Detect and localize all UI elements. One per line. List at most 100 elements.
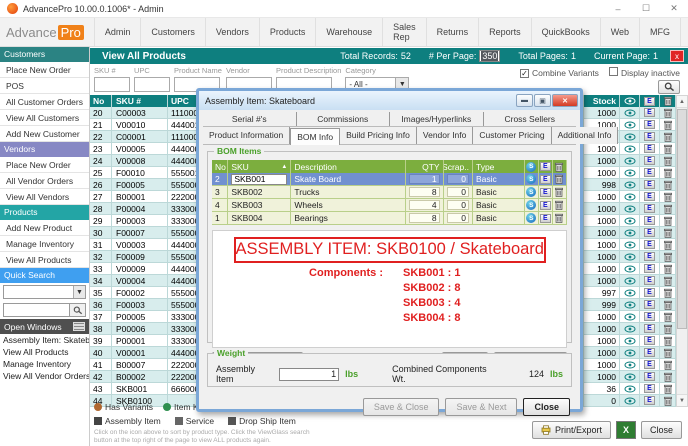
view-product-button[interactable] — [620, 287, 640, 298]
qty-input[interactable]: 4 — [409, 200, 440, 210]
tab-cross-sellers[interactable]: Cross Sellers — [484, 112, 577, 126]
delete-product-button[interactable] — [660, 323, 676, 334]
edit-product-button[interactable]: E — [640, 251, 660, 262]
tab-additional-info[interactable]: Additional Info — [552, 127, 619, 144]
bom-serial-button[interactable]: S — [525, 186, 539, 198]
window-maximize-button[interactable]: ☐ — [632, 0, 660, 17]
bom-row[interactable]: 1SKB004Bearings80BasicSE — [212, 212, 567, 225]
qty-input[interactable]: 8 — [409, 213, 440, 223]
sidebar-item-view-all-vendors[interactable]: View All Vendors — [0, 189, 89, 205]
nav-item-vendors[interactable]: Vendors — [206, 18, 260, 46]
delete-product-button[interactable] — [660, 215, 676, 226]
delete-product-button[interactable] — [660, 287, 676, 298]
edit-product-button[interactable]: E — [640, 395, 660, 406]
view-product-button[interactable] — [620, 227, 640, 238]
save-close-button[interactable]: Save & Close — [363, 398, 440, 416]
print-export-button[interactable]: Print/Export — [532, 421, 611, 439]
nav-item-reports[interactable]: Reports — [479, 18, 532, 46]
nav-item-mfg[interactable]: MFG — [640, 18, 681, 46]
view-product-button[interactable] — [620, 119, 640, 130]
view-product-button[interactable] — [620, 383, 640, 394]
bom-row[interactable]: 3SKB002Trucks80BasicSE — [212, 186, 567, 199]
dialog-close-button[interactable]: Close — [523, 398, 570, 416]
delete-product-button[interactable] — [660, 143, 676, 154]
delete-product-button[interactable] — [660, 167, 676, 178]
edit-product-button[interactable]: E — [640, 119, 660, 130]
display-inactive-checkbox[interactable]: Display inactive — [609, 67, 680, 78]
sidebar-item-view-all-customers[interactable]: View All Customers — [0, 110, 89, 126]
scrap-input[interactable]: 0 — [447, 200, 469, 210]
search-button[interactable] — [658, 80, 680, 94]
quick-search-button[interactable] — [70, 303, 86, 317]
dialog-close-icon[interactable]: ✕ — [552, 94, 578, 107]
quick-search-input[interactable] — [3, 303, 70, 317]
dialog-titlebar[interactable]: Assembly Item: Skateboard ▬ ▣ ✕ — [199, 91, 580, 110]
quick-search-dropdown[interactable]: ▼ — [3, 285, 86, 299]
edit-product-button[interactable]: E — [640, 275, 660, 286]
combine-variants-checkbox[interactable]: ✓Combine Variants — [520, 68, 599, 78]
edit-product-button[interactable]: E — [640, 179, 660, 190]
bom-column-sku[interactable]: SKU ▲ — [228, 160, 291, 173]
sidebar-item-all-customer-orders[interactable]: All Customer Orders — [0, 94, 89, 110]
tab-images-hyperlinks[interactable]: Images/Hyperlinks — [390, 112, 484, 126]
edit-product-button[interactable]: E — [640, 191, 660, 202]
edit-product-button[interactable]: E — [640, 107, 660, 118]
window-minimize-button[interactable]: – — [604, 0, 632, 17]
bom-delete-button[interactable] — [553, 212, 567, 224]
save-next-button[interactable]: Save & Next — [445, 398, 517, 416]
view-product-button[interactable] — [620, 203, 640, 214]
bom-column-qty[interactable]: QTY — [406, 160, 444, 173]
nav-item-mcr[interactable]: MCR — [681, 18, 688, 46]
delete-product-button[interactable] — [660, 299, 676, 310]
windows-list-icon[interactable] — [73, 322, 85, 331]
view-product-button[interactable] — [620, 155, 640, 166]
edit-product-button[interactable]: E — [640, 215, 660, 226]
sidebar-item-place-new-order[interactable]: Place New Order — [0, 62, 89, 78]
view-product-button[interactable] — [620, 251, 640, 262]
tab-bom-info[interactable]: BOM Info — [290, 128, 340, 145]
edit-product-button[interactable]: E — [640, 167, 660, 178]
delete-product-button[interactable] — [660, 119, 676, 130]
page-close-button[interactable]: x — [670, 50, 684, 62]
bom-serial-button[interactable]: S — [525, 212, 539, 224]
view-product-button[interactable] — [620, 359, 640, 370]
vertical-scrollbar[interactable]: ▲ ▼ — [676, 95, 688, 407]
sidebar-item-add-new-customer[interactable]: Add New Customer — [0, 126, 89, 142]
filter-input[interactable] — [134, 77, 170, 92]
page-close-footer-button[interactable]: Close — [641, 421, 682, 439]
view-product-button[interactable] — [620, 311, 640, 322]
bom-cell-scrap[interactable]: 0 — [444, 186, 473, 198]
edit-product-button[interactable]: E — [640, 203, 660, 214]
scrap-input[interactable]: 0 — [447, 213, 469, 223]
view-product-button[interactable] — [620, 299, 640, 310]
delete-product-button[interactable] — [660, 239, 676, 250]
edit-product-button[interactable]: E — [640, 239, 660, 250]
scroll-down-icon[interactable]: ▼ — [677, 394, 687, 406]
column-header-no[interactable]: No — [90, 95, 112, 107]
view-product-button[interactable] — [620, 347, 640, 358]
edit-product-button[interactable]: E — [640, 155, 660, 166]
bom-cell-scrap[interactable]: 0 — [444, 199, 473, 211]
sidebar-item-add-new-product[interactable]: Add New Product — [0, 220, 89, 236]
tab-customer-pricing[interactable]: Customer Pricing — [473, 127, 551, 144]
bom-cell-qty[interactable]: 8 — [406, 212, 444, 224]
nav-item-quickbooks[interactable]: QuickBooks — [532, 18, 601, 46]
nav-item-sales-rep[interactable]: Sales Rep — [383, 18, 427, 46]
bom-serial-button[interactable]: S — [525, 173, 539, 185]
filter-input[interactable] — [94, 77, 130, 92]
delete-product-button[interactable] — [660, 131, 676, 142]
open-window-item[interactable]: View All Vendor Orders — [0, 370, 89, 382]
delete-product-button[interactable] — [660, 155, 676, 166]
bom-serial-button[interactable]: S — [525, 199, 539, 211]
nav-item-admin[interactable]: Admin — [94, 18, 142, 46]
open-window-item[interactable]: Assembly Item: Skateboard — [0, 334, 89, 346]
bom-edit-button[interactable]: E — [539, 212, 553, 224]
edit-product-button[interactable]: E — [640, 263, 660, 274]
open-window-item[interactable]: Manage Inventory — [0, 358, 89, 370]
edit-product-button[interactable]: E — [640, 359, 660, 370]
bom-row[interactable]: 2SKB001Skate Board10BasicSE — [212, 173, 567, 186]
scroll-up-icon[interactable]: ▲ — [677, 96, 687, 108]
view-product-button[interactable] — [620, 275, 640, 286]
sidebar-item-view-all-products[interactable]: View All Products — [0, 252, 89, 268]
bom-column-description[interactable]: Description — [291, 160, 405, 173]
